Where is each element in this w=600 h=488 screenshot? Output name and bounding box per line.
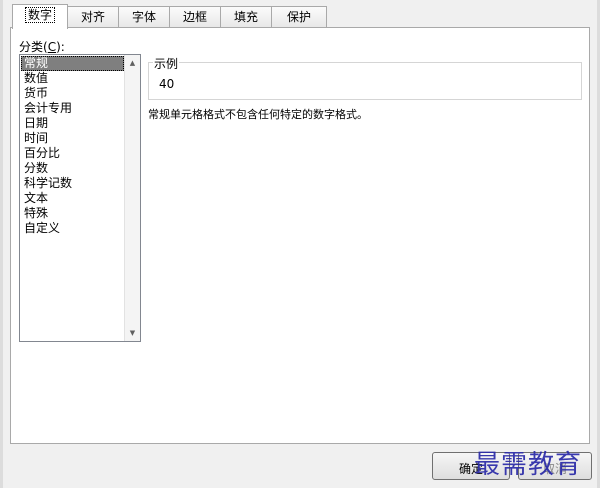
category-item-number[interactable]: 数值 bbox=[21, 71, 124, 86]
category-item-text[interactable]: 文本 bbox=[21, 191, 124, 206]
category-item-percentage[interactable]: 百分比 bbox=[21, 146, 124, 161]
sample-legend: 示例 bbox=[153, 55, 180, 72]
tab-font[interactable]: 字体 bbox=[118, 6, 170, 27]
category-item-general[interactable]: 常规 bbox=[21, 56, 124, 71]
tab-fill[interactable]: 填充 bbox=[220, 6, 272, 27]
category-item-date[interactable]: 日期 bbox=[21, 116, 124, 131]
tab-number[interactable]: 数字 bbox=[12, 4, 68, 29]
format-cells-dialog: 数字 对齐 字体 边框 填充 保护 分类(C): 常规 数值 货币 会计专用 日… bbox=[0, 0, 600, 488]
sample-group: 示例 40 bbox=[148, 55, 582, 100]
category-item-fraction[interactable]: 分数 bbox=[21, 161, 124, 176]
category-item-scientific[interactable]: 科学记数 bbox=[21, 176, 124, 191]
tab-alignment[interactable]: 对齐 bbox=[67, 6, 119, 27]
category-item-special[interactable]: 特殊 bbox=[21, 206, 124, 221]
category-item-time[interactable]: 时间 bbox=[21, 131, 124, 146]
arrow-up-icon[interactable]: ▲ bbox=[125, 55, 140, 71]
category-label: 分类(C): bbox=[19, 40, 65, 54]
window-border-left bbox=[0, 0, 3, 488]
tab-protection[interactable]: 保护 bbox=[271, 6, 327, 27]
tab-border[interactable]: 边框 bbox=[169, 6, 221, 27]
format-description: 常规单元格格式不包含任何特定的数字格式。 bbox=[148, 108, 368, 121]
category-item-currency[interactable]: 货币 bbox=[21, 86, 124, 101]
category-listbox[interactable]: 常规 数值 货币 会计专用 日期 时间 百分比 分数 科学记数 文本 特殊 自定… bbox=[19, 54, 141, 342]
category-item-custom[interactable]: 自定义 bbox=[21, 221, 124, 236]
sample-value: 40 bbox=[159, 77, 175, 91]
category-scrollbar[interactable]: ▲ ▼ bbox=[124, 55, 140, 341]
category-item-accounting[interactable]: 会计专用 bbox=[21, 101, 124, 116]
arrow-down-icon[interactable]: ▼ bbox=[125, 325, 140, 341]
number-tab-panel: 分类(C): 常规 数值 货币 会计专用 日期 时间 百分比 分数 科学记数 文… bbox=[10, 27, 590, 444]
watermark-logo: 最需教育 bbox=[474, 450, 583, 480]
category-list: 常规 数值 货币 会计专用 日期 时间 百分比 分数 科学记数 文本 特殊 自定… bbox=[21, 56, 124, 236]
